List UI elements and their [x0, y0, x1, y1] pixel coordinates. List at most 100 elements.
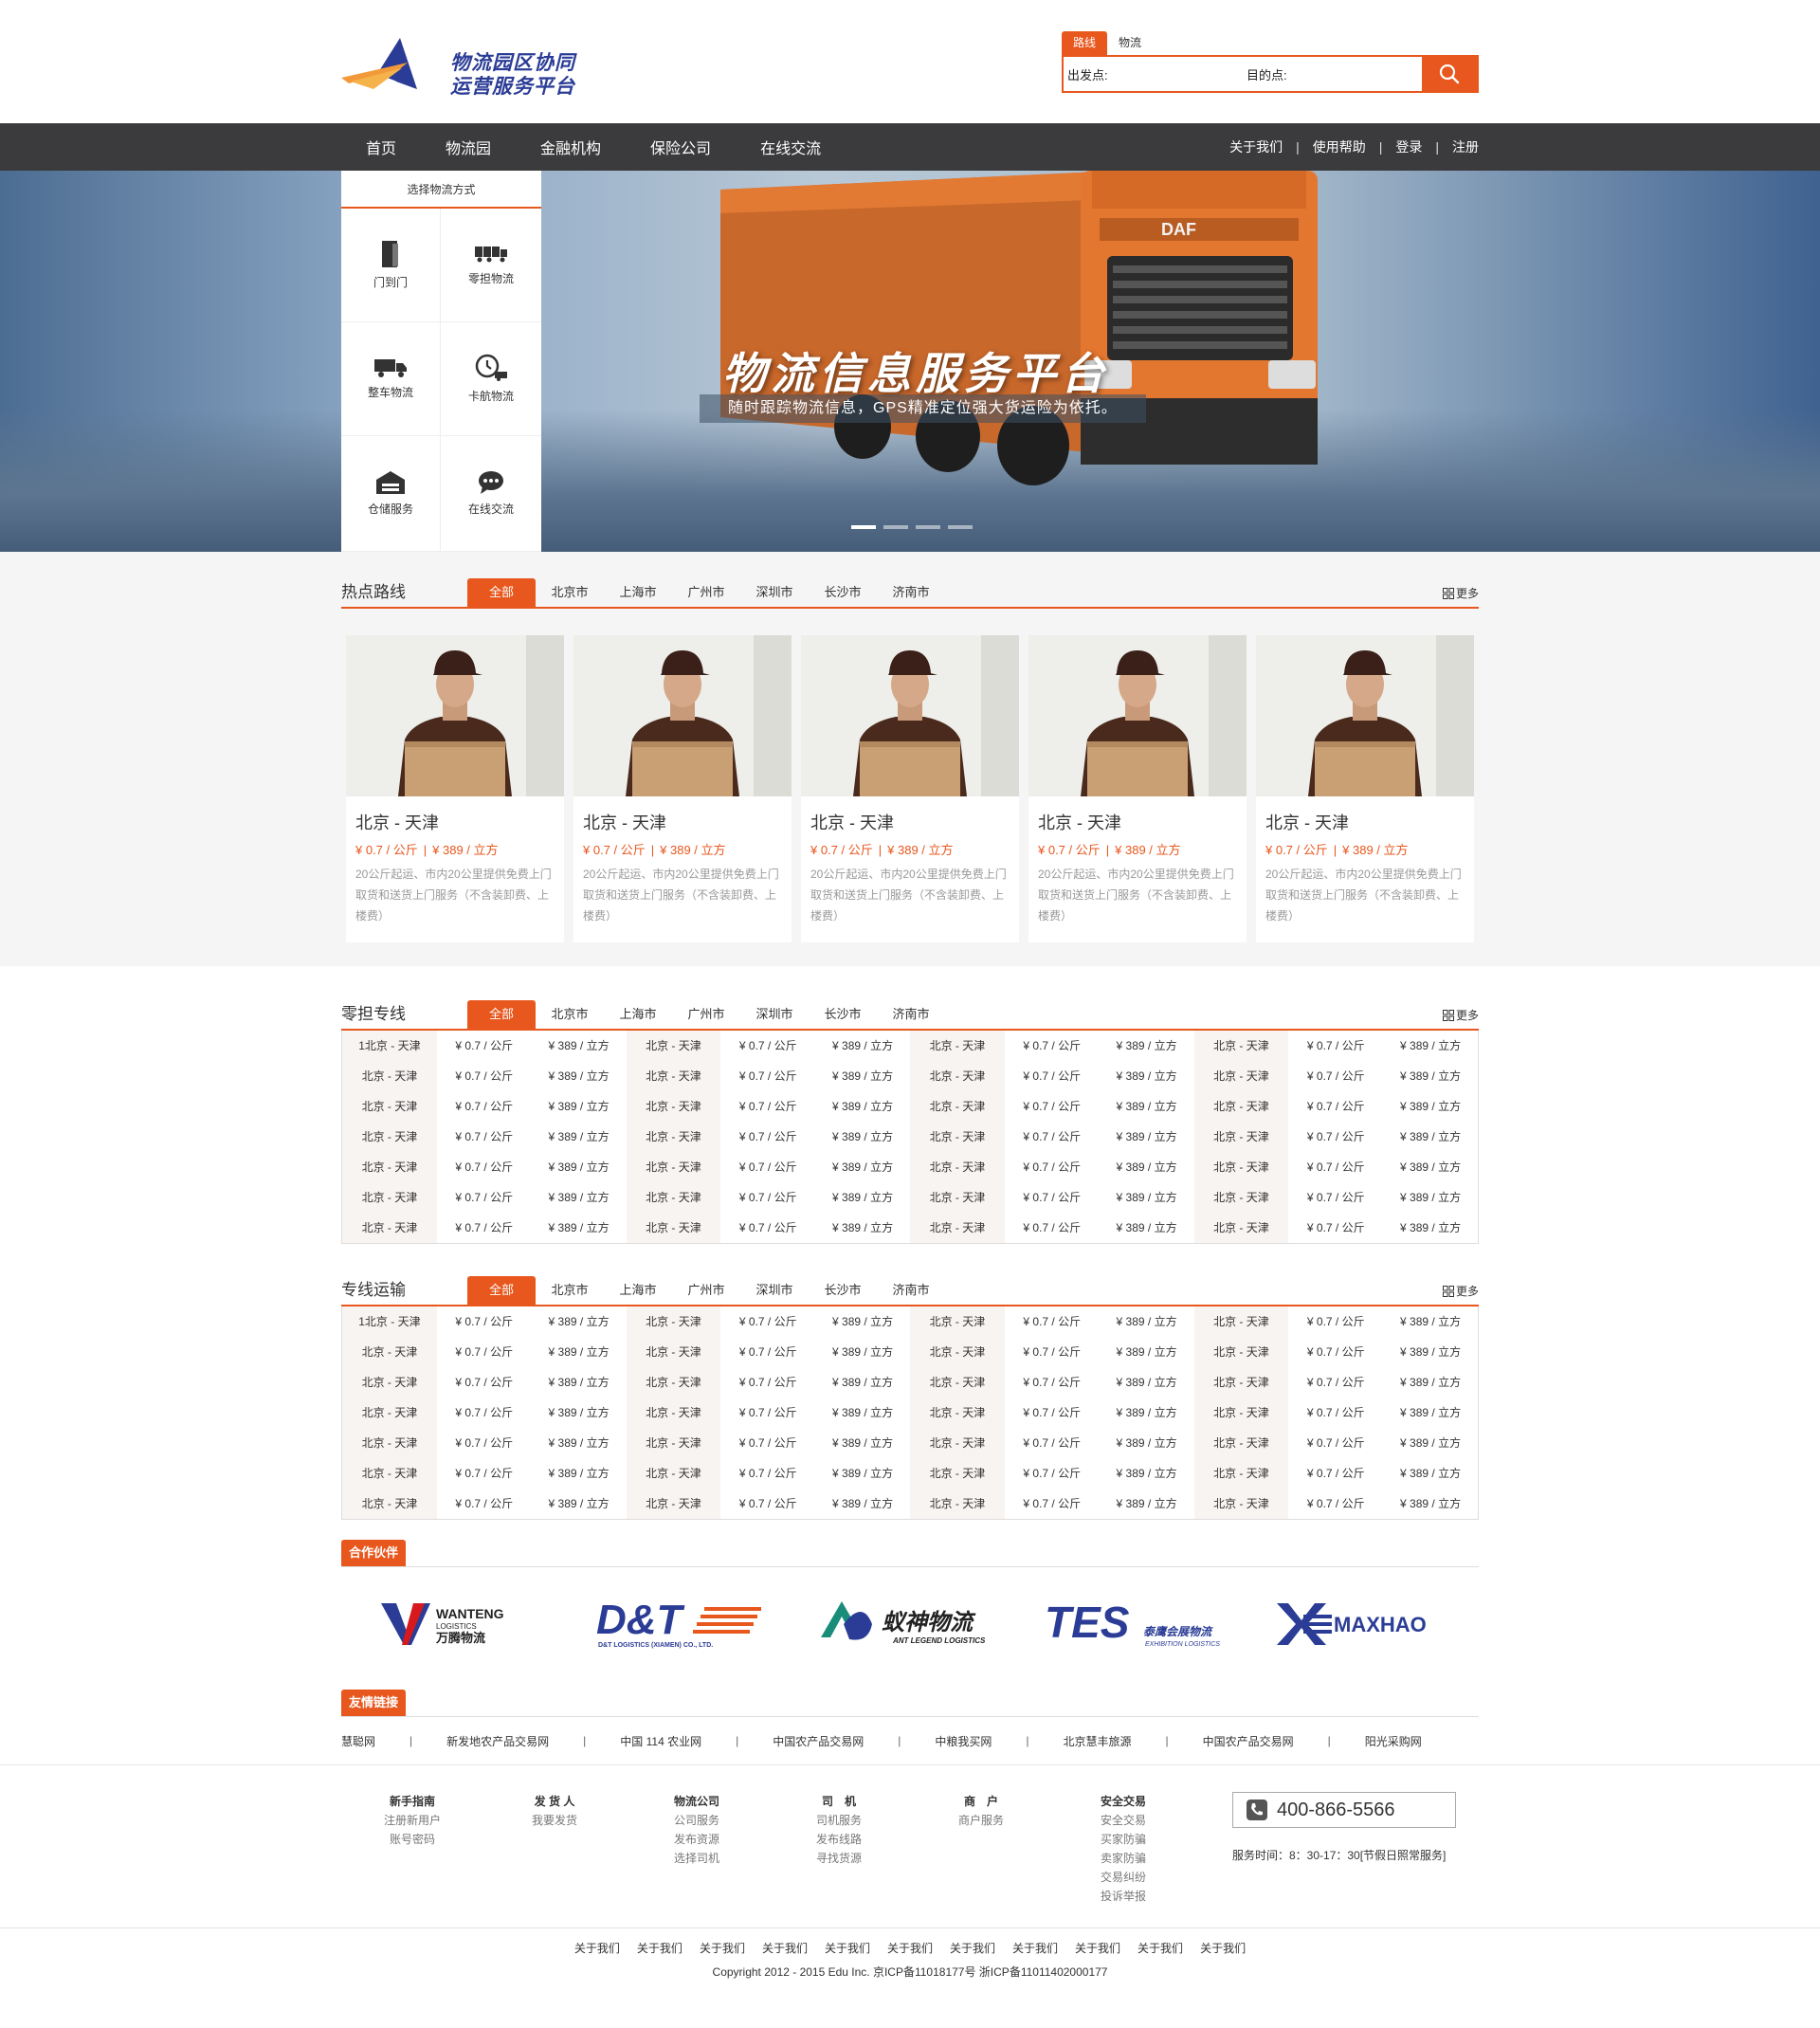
route-cell-city[interactable]: 北京 - 天津 [910, 1061, 1005, 1091]
bottom-link[interactable]: 关于我们 [574, 1940, 620, 1956]
ship-warehouse[interactable]: 仓储服务 [341, 436, 441, 552]
route-cell-price-kg[interactable]: ¥ 0.7 / 公斤 [720, 1398, 815, 1428]
route-cell-price-m3[interactable]: ¥ 389 / 立方 [815, 1398, 910, 1428]
route-cell-price-kg[interactable]: ¥ 0.7 / 公斤 [437, 1337, 532, 1367]
route-cell-price-m3[interactable]: ¥ 389 / 立方 [1383, 1061, 1478, 1091]
route-cell-price-kg[interactable]: ¥ 0.7 / 公斤 [720, 1091, 815, 1122]
footer-link[interactable]: 注册新用户 [341, 1811, 483, 1830]
route-cell-price-kg[interactable]: ¥ 0.7 / 公斤 [1288, 1213, 1383, 1243]
route-cell-city[interactable]: 北京 - 天津 [626, 1398, 721, 1428]
route-cell-price-kg[interactable]: ¥ 0.7 / 公斤 [1288, 1306, 1383, 1337]
footer-link[interactable]: 买家防骗 [1052, 1830, 1194, 1849]
route-cell-price-kg[interactable]: ¥ 0.7 / 公斤 [1288, 1061, 1383, 1091]
nav-item-finance[interactable]: 金融机构 [516, 136, 626, 158]
route-cell-price-m3[interactable]: ¥ 389 / 立方 [1100, 1152, 1194, 1182]
route-cell-city[interactable]: 北京 - 天津 [342, 1367, 437, 1398]
city-tab[interactable]: 济南市 [877, 578, 945, 607]
to-input[interactable] [1290, 66, 1405, 82]
route-cell-price-m3[interactable]: ¥ 389 / 立方 [1383, 1152, 1478, 1182]
bottom-link[interactable]: 关于我们 [887, 1940, 933, 1956]
route-cell-price-kg[interactable]: ¥ 0.7 / 公斤 [720, 1367, 815, 1398]
route-cell-price-kg[interactable]: ¥ 0.7 / 公斤 [437, 1458, 532, 1489]
route-cell-price-m3[interactable]: ¥ 389 / 立方 [532, 1091, 627, 1122]
route-cell-city[interactable]: 北京 - 天津 [910, 1428, 1005, 1458]
footer-link[interactable]: 发布线路 [768, 1830, 910, 1849]
bottom-link[interactable]: 关于我们 [825, 1940, 870, 1956]
city-tab[interactable]: 广州市 [672, 1000, 740, 1029]
route-cell-price-kg[interactable]: ¥ 0.7 / 公斤 [1288, 1091, 1383, 1122]
route-cell-price-m3[interactable]: ¥ 389 / 立方 [532, 1122, 627, 1152]
partner-logo-tes[interactable]: TES 泰鹰会展物流 EXHIBITION LOGISTICS [1043, 1591, 1232, 1657]
route-cell-price-m3[interactable]: ¥ 389 / 立方 [1100, 1458, 1194, 1489]
route-cell-price-kg[interactable]: ¥ 0.7 / 公斤 [720, 1489, 815, 1519]
route-cell-price-kg[interactable]: ¥ 0.7 / 公斤 [1288, 1367, 1383, 1398]
friend-link[interactable]: 中粮我买网 [935, 1733, 992, 1749]
route-cell-price-m3[interactable]: ¥ 389 / 立方 [815, 1489, 910, 1519]
route-card[interactable]: 北京 - 天津 ¥ 0.7 / 公斤 | ¥ 389 / 立方 20公斤起运、市内2… [1028, 635, 1247, 942]
route-cell-price-m3[interactable]: ¥ 389 / 立方 [1100, 1213, 1194, 1243]
route-cell-price-kg[interactable]: ¥ 0.7 / 公斤 [720, 1428, 815, 1458]
route-cell-price-m3[interactable]: ¥ 389 / 立方 [815, 1306, 910, 1337]
route-cell-price-m3[interactable]: ¥ 389 / 立方 [815, 1213, 910, 1243]
route-cell-city[interactable]: 北京 - 天津 [910, 1337, 1005, 1367]
city-tab[interactable]: 上海市 [604, 1000, 672, 1029]
route-cell-city[interactable]: 北京 - 天津 [1193, 1091, 1289, 1122]
route-cell-price-m3[interactable]: ¥ 389 / 立方 [1383, 1337, 1478, 1367]
route-cell-price-m3[interactable]: ¥ 389 / 立方 [532, 1213, 627, 1243]
route-cell-price-kg[interactable]: ¥ 0.7 / 公斤 [1005, 1061, 1100, 1091]
route-cell-city[interactable]: 1北京 - 天津 [342, 1306, 437, 1337]
city-tab[interactable]: 深圳市 [740, 1000, 809, 1029]
friend-link[interactable]: 北京慧丰旅源 [1064, 1733, 1132, 1749]
route-cell-price-kg[interactable]: ¥ 0.7 / 公斤 [720, 1182, 815, 1213]
route-cell-price-kg[interactable]: ¥ 0.7 / 公斤 [1288, 1337, 1383, 1367]
route-cell-price-m3[interactable]: ¥ 389 / 立方 [532, 1367, 627, 1398]
friend-link[interactable]: 中国 114 农业网 [620, 1733, 701, 1749]
route-cell-price-kg[interactable]: ¥ 0.7 / 公斤 [720, 1306, 815, 1337]
route-cell-price-kg[interactable]: ¥ 0.7 / 公斤 [437, 1122, 532, 1152]
city-tab[interactable]: 长沙市 [809, 1000, 877, 1029]
route-cell-city[interactable]: 北京 - 天津 [626, 1152, 721, 1182]
help-link[interactable]: 使用帮助 [1313, 137, 1366, 156]
partner-logo-maxhao[interactable]: MAXHAO [1270, 1591, 1460, 1657]
route-cell-city[interactable]: 北京 - 天津 [1193, 1213, 1289, 1243]
route-cell-city[interactable]: 北京 - 天津 [626, 1213, 721, 1243]
route-cell-price-m3[interactable]: ¥ 389 / 立方 [1383, 1398, 1478, 1428]
route-cell-price-kg[interactable]: ¥ 0.7 / 公斤 [1288, 1152, 1383, 1182]
route-cell-price-kg[interactable]: ¥ 0.7 / 公斤 [1005, 1182, 1100, 1213]
route-cell-city[interactable]: 北京 - 天津 [626, 1306, 721, 1337]
route-cell-price-kg[interactable]: ¥ 0.7 / 公斤 [720, 1152, 815, 1182]
route-cell-price-m3[interactable]: ¥ 389 / 立方 [532, 1306, 627, 1337]
partner-logo-dt[interactable]: D&T D&T LOGISTICS (XIAMEN) CO., LTD. [588, 1591, 777, 1657]
route-cell-city[interactable]: 北京 - 天津 [626, 1122, 721, 1152]
route-cell-price-m3[interactable]: ¥ 389 / 立方 [1383, 1428, 1478, 1458]
register-link[interactable]: 注册 [1452, 137, 1479, 156]
carousel-dot[interactable] [851, 525, 876, 529]
route-cell-city[interactable]: 北京 - 天津 [910, 1306, 1005, 1337]
nav-item-online-chat[interactable]: 在线交流 [736, 136, 846, 158]
route-cell-price-kg[interactable]: ¥ 0.7 / 公斤 [1005, 1031, 1100, 1061]
route-cell-price-m3[interactable]: ¥ 389 / 立方 [532, 1031, 627, 1061]
route-cell-city[interactable]: 1北京 - 天津 [342, 1031, 437, 1061]
ship-full-truckload[interactable]: 整车物流 [341, 322, 441, 436]
route-cell-price-m3[interactable]: ¥ 389 / 立方 [532, 1489, 627, 1519]
footer-link[interactable]: 司机服务 [768, 1811, 910, 1830]
friend-link[interactable]: 慧聪网 [341, 1733, 375, 1749]
route-cell-price-m3[interactable]: ¥ 389 / 立方 [815, 1091, 910, 1122]
bottom-link[interactable]: 关于我们 [1075, 1940, 1120, 1956]
route-card[interactable]: 北京 - 天津 ¥ 0.7 / 公斤 | ¥ 389 / 立方 20公斤起运、市内2… [573, 635, 792, 942]
route-cell-price-kg[interactable]: ¥ 0.7 / 公斤 [437, 1306, 532, 1337]
route-cell-city[interactable]: 北京 - 天津 [1193, 1458, 1289, 1489]
route-cell-city[interactable]: 北京 - 天津 [626, 1182, 721, 1213]
route-cell-price-kg[interactable]: ¥ 0.7 / 公斤 [720, 1337, 815, 1367]
nav-item-home[interactable]: 首页 [341, 136, 421, 158]
route-cell-city[interactable]: 北京 - 天津 [1193, 1122, 1289, 1152]
route-cell-city[interactable]: 北京 - 天津 [910, 1182, 1005, 1213]
route-cell-price-m3[interactable]: ¥ 389 / 立方 [1383, 1091, 1478, 1122]
route-cell-price-m3[interactable]: ¥ 389 / 立方 [532, 1182, 627, 1213]
route-cell-price-m3[interactable]: ¥ 389 / 立方 [815, 1061, 910, 1091]
route-cell-price-kg[interactable]: ¥ 0.7 / 公斤 [1288, 1182, 1383, 1213]
route-card[interactable]: 北京 - 天津 ¥ 0.7 / 公斤 | ¥ 389 / 立方 20公斤起运、市内2… [801, 635, 1019, 942]
route-cell-price-m3[interactable]: ¥ 389 / 立方 [1383, 1458, 1478, 1489]
route-cell-price-kg[interactable]: ¥ 0.7 / 公斤 [437, 1398, 532, 1428]
route-cell-city[interactable]: 北京 - 天津 [342, 1182, 437, 1213]
